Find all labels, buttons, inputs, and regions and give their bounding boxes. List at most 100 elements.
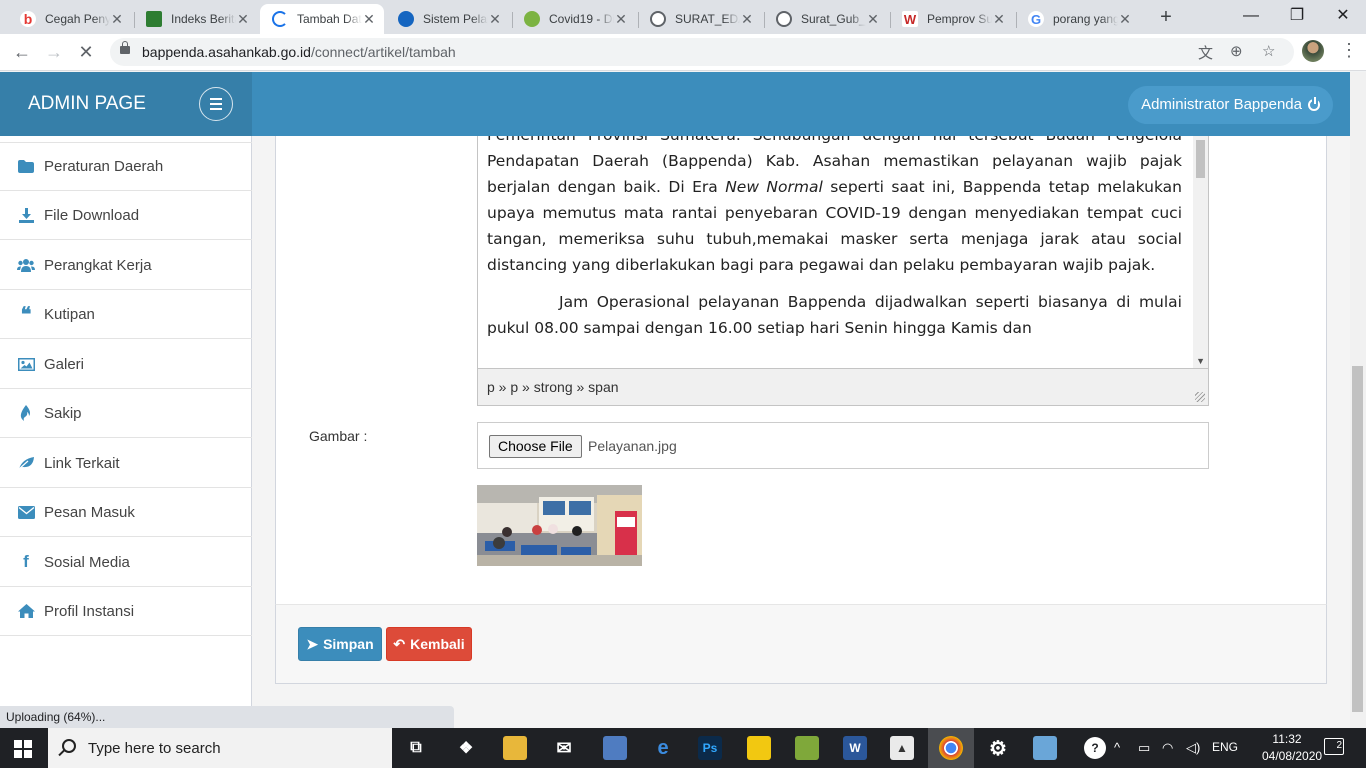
- image-file-input[interactable]: Choose File Pelayanan.jpg: [477, 422, 1209, 469]
- browser-tab[interactable]: b Cegah Penyebaran ✕: [8, 4, 132, 34]
- tab-title: Surat_Gub_Sumut: [801, 12, 866, 26]
- sidebar-item-link-terkait[interactable]: Link Terkait: [0, 439, 252, 488]
- tab-title: Sistem Pelaporan: [423, 12, 488, 26]
- bookmark-star-icon[interactable]: ☆: [1262, 42, 1275, 60]
- stop-loading-icon[interactable]: ✕: [72, 38, 100, 66]
- tray-chevron-icon[interactable]: ^: [1114, 740, 1120, 755]
- url-text[interactable]: bappenda.asahankab.go.id/connect/artikel…: [142, 44, 456, 60]
- help-icon[interactable]: ?: [1084, 737, 1106, 759]
- sidebar-item-sakip[interactable]: Sakip: [0, 389, 252, 438]
- notification-center-icon[interactable]: 2: [1324, 738, 1344, 755]
- language-indicator[interactable]: ENG: [1212, 740, 1238, 754]
- sidebar-item-galeri[interactable]: Galeri: [0, 340, 252, 389]
- url-host: bappenda.asahankab.go.id: [142, 44, 311, 60]
- battery-icon[interactable]: ▭: [1138, 740, 1150, 756]
- translate-icon[interactable]: 文: [1198, 42, 1213, 63]
- browser-menu-icon[interactable]: ⋮: [1340, 40, 1358, 61]
- flame-icon: [17, 405, 35, 421]
- forward-arrow-icon[interactable]: →: [40, 38, 68, 66]
- choose-file-button[interactable]: Choose File: [489, 435, 582, 458]
- browser-tab[interactable]: W Pemprov Sumut ✕: [890, 4, 1014, 34]
- image-preview: [477, 485, 642, 566]
- gambar-label: Gambar :: [309, 428, 368, 444]
- browser-tab-active[interactable]: Tambah Data ✕: [260, 4, 384, 34]
- app-icon[interactable]: [1033, 736, 1057, 760]
- browser-tab[interactable]: Surat_Gub_Sumut ✕: [764, 4, 888, 34]
- wifi-icon[interactable]: ◠: [1162, 740, 1173, 756]
- close-tab-icon[interactable]: ✕: [614, 11, 628, 28]
- taskbar-search[interactable]: Type here to search: [48, 728, 392, 768]
- photos-icon[interactable]: ▲: [890, 736, 914, 760]
- sidebar-item-perangkat-kerja[interactable]: Perangkat Kerja: [0, 241, 252, 290]
- tab-title: Tambah Data: [297, 12, 362, 26]
- close-window-icon[interactable]: ✕: [1320, 2, 1366, 30]
- mail-icon[interactable]: ✉: [552, 736, 576, 760]
- close-tab-icon[interactable]: ✕: [236, 11, 250, 28]
- new-tab-icon[interactable]: +: [1154, 6, 1178, 29]
- url-path: /connect/artikel/tambah: [310, 44, 456, 60]
- address-bar[interactable]: bappenda.asahankab.go.id/connect/artikel…: [110, 38, 1294, 66]
- zoom-icon[interactable]: ⊕: [1230, 42, 1243, 60]
- editor-content[interactable]: Pemerintah Provinsi Sumatera. Sehubungan…: [487, 136, 1182, 352]
- close-tab-icon[interactable]: ✕: [110, 11, 124, 28]
- clock[interactable]: 11:32 04/08/2020: [1262, 731, 1322, 765]
- sidebar-item-peraturan-daerah[interactable]: Peraturan Daerah: [0, 142, 252, 191]
- sidebar-item-pesan-masuk[interactable]: Pesan Masuk: [0, 488, 252, 537]
- save-button[interactable]: ➤ Simpan: [298, 627, 382, 661]
- sidebar-item-profil-instansi[interactable]: Profil Instansi: [0, 587, 252, 636]
- tab-title: Indeks Berita: [171, 12, 236, 26]
- download-icon: [17, 207, 35, 223]
- edge-icon[interactable]: e: [651, 736, 675, 760]
- editor-text-italic: New Normal: [725, 178, 823, 196]
- back-arrow-icon[interactable]: ←: [8, 38, 36, 66]
- folder-icon: [17, 159, 35, 175]
- windows-start-icon[interactable]: [14, 740, 32, 758]
- file-explorer-icon[interactable]: [503, 736, 527, 760]
- browser-tab[interactable]: SURAT_EDARAN ✕: [638, 4, 762, 34]
- users-icon: [17, 257, 35, 273]
- browser-tab[interactable]: G porang yang ✕: [1016, 4, 1140, 34]
- lock-icon[interactable]: [120, 41, 130, 54]
- loading-spinner-icon: [272, 11, 288, 27]
- volume-icon[interactable]: ◁): [1186, 740, 1200, 756]
- page-scroll-thumb[interactable]: [1352, 366, 1363, 712]
- profile-avatar[interactable]: [1302, 40, 1324, 62]
- dropbox-icon[interactable]: ❖: [454, 736, 478, 760]
- editor-scrollbar[interactable]: ▼: [1193, 136, 1208, 368]
- sidebar-item-file-download[interactable]: File Download: [0, 191, 252, 240]
- user-menu-button[interactable]: Administrator Bappenda: [1128, 86, 1333, 124]
- sidebar-item-sosial-media[interactable]: f Sosial Media: [0, 538, 252, 587]
- word-icon[interactable]: W: [843, 736, 867, 760]
- browser-tab[interactable]: Indeks Berita ✕: [134, 4, 258, 34]
- close-tab-icon[interactable]: ✕: [740, 11, 754, 28]
- close-tab-icon[interactable]: ✕: [362, 11, 376, 28]
- settings-gear-icon[interactable]: ⚙: [986, 736, 1010, 760]
- tab-title: porang yang: [1053, 12, 1118, 26]
- sidebar-item-kutipan[interactable]: ❝ Kutipan: [0, 290, 252, 339]
- remote-desktop-icon[interactable]: [603, 736, 627, 760]
- resize-handle-icon[interactable]: [1195, 392, 1205, 402]
- task-view-icon[interactable]: ⧉: [404, 736, 428, 760]
- maximize-icon[interactable]: ❐: [1274, 2, 1320, 30]
- home-icon: [17, 603, 35, 619]
- close-tab-icon[interactable]: ✕: [866, 11, 880, 28]
- paint-icon[interactable]: [795, 736, 819, 760]
- close-tab-icon[interactable]: ✕: [488, 11, 502, 28]
- chrome-icon[interactable]: [939, 736, 963, 760]
- leaf-icon: [17, 455, 35, 471]
- browser-tab[interactable]: Covid19 - Dinas ✕: [512, 4, 636, 34]
- article-editor[interactable]: Pemerintah Provinsi Sumatera. Sehubungan…: [477, 136, 1209, 406]
- browser-tab[interactable]: Sistem Pelaporan ✕: [386, 4, 510, 34]
- scroll-down-icon[interactable]: ▼: [1196, 356, 1205, 366]
- editor-scroll-thumb[interactable]: [1196, 140, 1205, 178]
- minimize-icon[interactable]: —: [1228, 2, 1274, 30]
- close-tab-icon[interactable]: ✕: [1118, 11, 1132, 28]
- photoshop-icon[interactable]: Ps: [698, 736, 722, 760]
- admin-logo[interactable]: ADMIN PAGE: [28, 93, 146, 115]
- site-icon: [398, 11, 414, 27]
- globe-icon: [650, 11, 666, 27]
- close-tab-icon[interactable]: ✕: [992, 11, 1006, 28]
- back-button[interactable]: ↶ Kembali: [386, 627, 472, 661]
- sidebar-toggle-icon[interactable]: [199, 87, 233, 121]
- sticky-notes-icon[interactable]: [747, 736, 771, 760]
